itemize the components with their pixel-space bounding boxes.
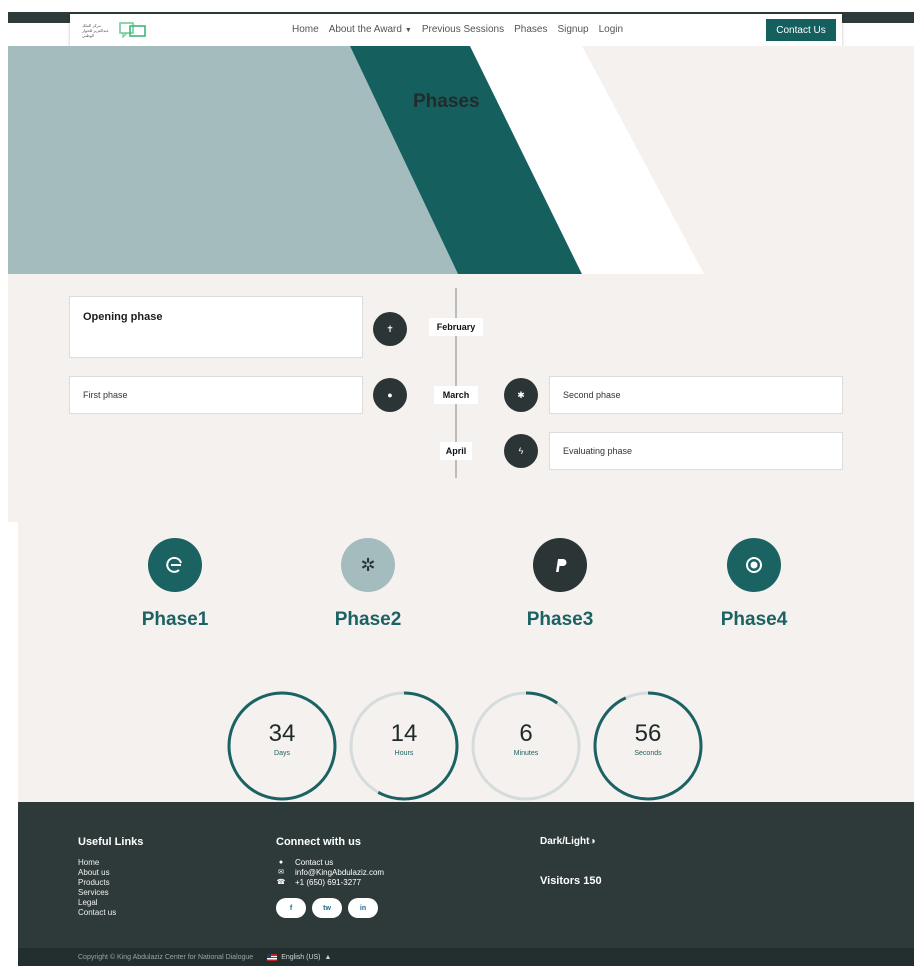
language-selector[interactable]: English (US) ▲	[267, 953, 332, 961]
footer-link-services[interactable]: Services	[78, 888, 143, 898]
useful-links-title: Useful Links	[78, 836, 144, 848]
phase-card-1[interactable]: Phase1	[105, 538, 245, 631]
copyright-text: Copyright © King Abdulaziz Center for Na…	[78, 953, 254, 961]
email-row[interactable]: ✉ info@KingAbdulaziz.com	[276, 868, 384, 878]
footer-link-legal[interactable]: Legal	[78, 898, 143, 908]
email-text: info@KingAbdulaziz.com	[295, 868, 385, 877]
phase-card-4[interactable]: Phase4	[684, 538, 824, 631]
countdown-unit: Hours	[394, 750, 414, 757]
footer-link-home[interactable]: Home	[78, 858, 143, 868]
countdown-value: 14	[390, 720, 418, 747]
countdown-days: 34 Days	[226, 690, 338, 802]
bolt-icon: ϟ	[504, 434, 538, 468]
target-icon	[727, 538, 781, 592]
nav-links: Home About the Award ▼ Previous Sessions …	[292, 24, 623, 35]
edge-icon	[148, 538, 202, 592]
timeline-month-april: April	[440, 442, 472, 460]
mail-icon: ✉	[278, 869, 284, 876]
hero-banner: Phases	[8, 46, 914, 274]
asterisk-icon: ✱	[504, 378, 538, 412]
chat-icon: ●	[278, 859, 284, 866]
footer-link-about[interactable]: About us	[78, 868, 143, 878]
timeline-month-march: March	[434, 386, 478, 404]
phase-label: Phase4	[720, 609, 788, 630]
footer: Useful Links Home About us Products Serv…	[18, 802, 914, 948]
phone-row[interactable]: ☎ +1 (650) 691-3277	[276, 878, 384, 888]
nav-phases[interactable]: Phases	[514, 24, 547, 35]
chat-bubbles-icon	[119, 22, 147, 39]
nav-previous-sessions[interactable]: Previous Sessions	[422, 24, 504, 35]
page-title: Phases	[413, 91, 480, 112]
countdown-value: 56	[634, 720, 662, 747]
countdown-hours: 14 Hours	[348, 690, 460, 802]
yelp-icon: ✲	[341, 538, 395, 592]
contact-text: Contact us	[295, 858, 334, 867]
countdown-unit: Seconds	[634, 750, 662, 757]
phase-card-3[interactable]: Phase3	[490, 538, 630, 631]
countdown-value: 34	[268, 720, 296, 747]
timeline-card-first: First phase	[69, 376, 363, 414]
circle-icon: ●	[373, 378, 407, 412]
linkedin-icon[interactable]: in	[348, 898, 378, 918]
timeline-card-opening: Opening phase	[69, 296, 363, 358]
site-logo[interactable]: مركز الملك عبدالعزيز للحوار الوطني	[82, 20, 192, 40]
timeline: Opening phase ✝ February First phase ● M…	[8, 274, 914, 522]
logo-text: مركز الملك عبدالعزيز للحوار الوطني	[82, 22, 109, 38]
nav-home[interactable]: Home	[292, 24, 319, 35]
nav-about-label: About the Award	[328, 24, 402, 35]
us-flag-icon	[267, 953, 278, 961]
bottom-bar: Copyright © King Abdulaziz Center for Na…	[18, 948, 914, 966]
countdown-value: 6	[519, 720, 533, 747]
caret-down-icon: ▼	[404, 27, 412, 34]
countdown-seconds: 56 Seconds	[592, 690, 704, 802]
phone-text: +1 (650) 691-3277	[295, 878, 362, 887]
connect-title: Connect with us	[276, 836, 361, 848]
theme-toggle[interactable]: Dark/Light◑	[540, 836, 602, 847]
navbar: مركز الملك عبدالعزيز للحوار الوطني Home …	[70, 14, 842, 46]
nav-login[interactable]: Login	[599, 24, 623, 35]
footer-link-contact[interactable]: Contact us	[78, 908, 143, 918]
theme-toggle-label: Dark/Light	[540, 836, 590, 847]
facebook-icon[interactable]: f	[276, 898, 306, 918]
countdown-unit: Minutes	[513, 750, 539, 757]
useful-links-column: Useful Links Home About us Products Serv…	[78, 836, 143, 918]
paypal-icon	[533, 538, 587, 592]
phase-label: Phase3	[526, 609, 594, 630]
phone-icon: ☎	[276, 879, 286, 886]
social-links: f tw in	[276, 898, 384, 918]
contact-us-button[interactable]: Contact Us	[766, 19, 836, 41]
footer-link-products[interactable]: Products	[78, 878, 143, 888]
nav-signup[interactable]: Signup	[557, 24, 588, 35]
countdown-unit: Days	[274, 750, 290, 757]
phase-label: Phase1	[141, 609, 209, 630]
half-circle-icon: ◑	[589, 836, 596, 847]
timeline-month-february: February	[429, 318, 483, 336]
twitter-icon[interactable]: tw	[312, 898, 342, 918]
caret-up-icon: ▲	[324, 953, 332, 961]
phase-card-2[interactable]: ✲ Phase2	[298, 538, 438, 631]
visitor-count: Visitors 150	[540, 875, 602, 887]
timeline-card-second: Second phase	[549, 376, 843, 414]
hero-shapes	[8, 46, 704, 274]
phase-label: Phase2	[334, 609, 402, 630]
contact-row[interactable]: ● Contact us	[276, 858, 384, 868]
language-label: English (US)	[281, 953, 321, 961]
timeline-card-evaluating: Evaluating phase	[549, 432, 843, 470]
connect-column: Connect with us ● Contact us ✉ info@KingAb…	[276, 836, 384, 918]
phases-section: Phase1 ✲ Phase2 Phase3 Phase4 34 Days 14…	[18, 522, 914, 802]
countdown-minutes: 6 Minutes	[470, 690, 582, 802]
nav-about-dropdown[interactable]: About the Award ▼	[329, 24, 412, 35]
theme-column: Dark/Light◑ Visitors 150	[540, 836, 602, 887]
pin-icon: ✝	[373, 312, 407, 346]
